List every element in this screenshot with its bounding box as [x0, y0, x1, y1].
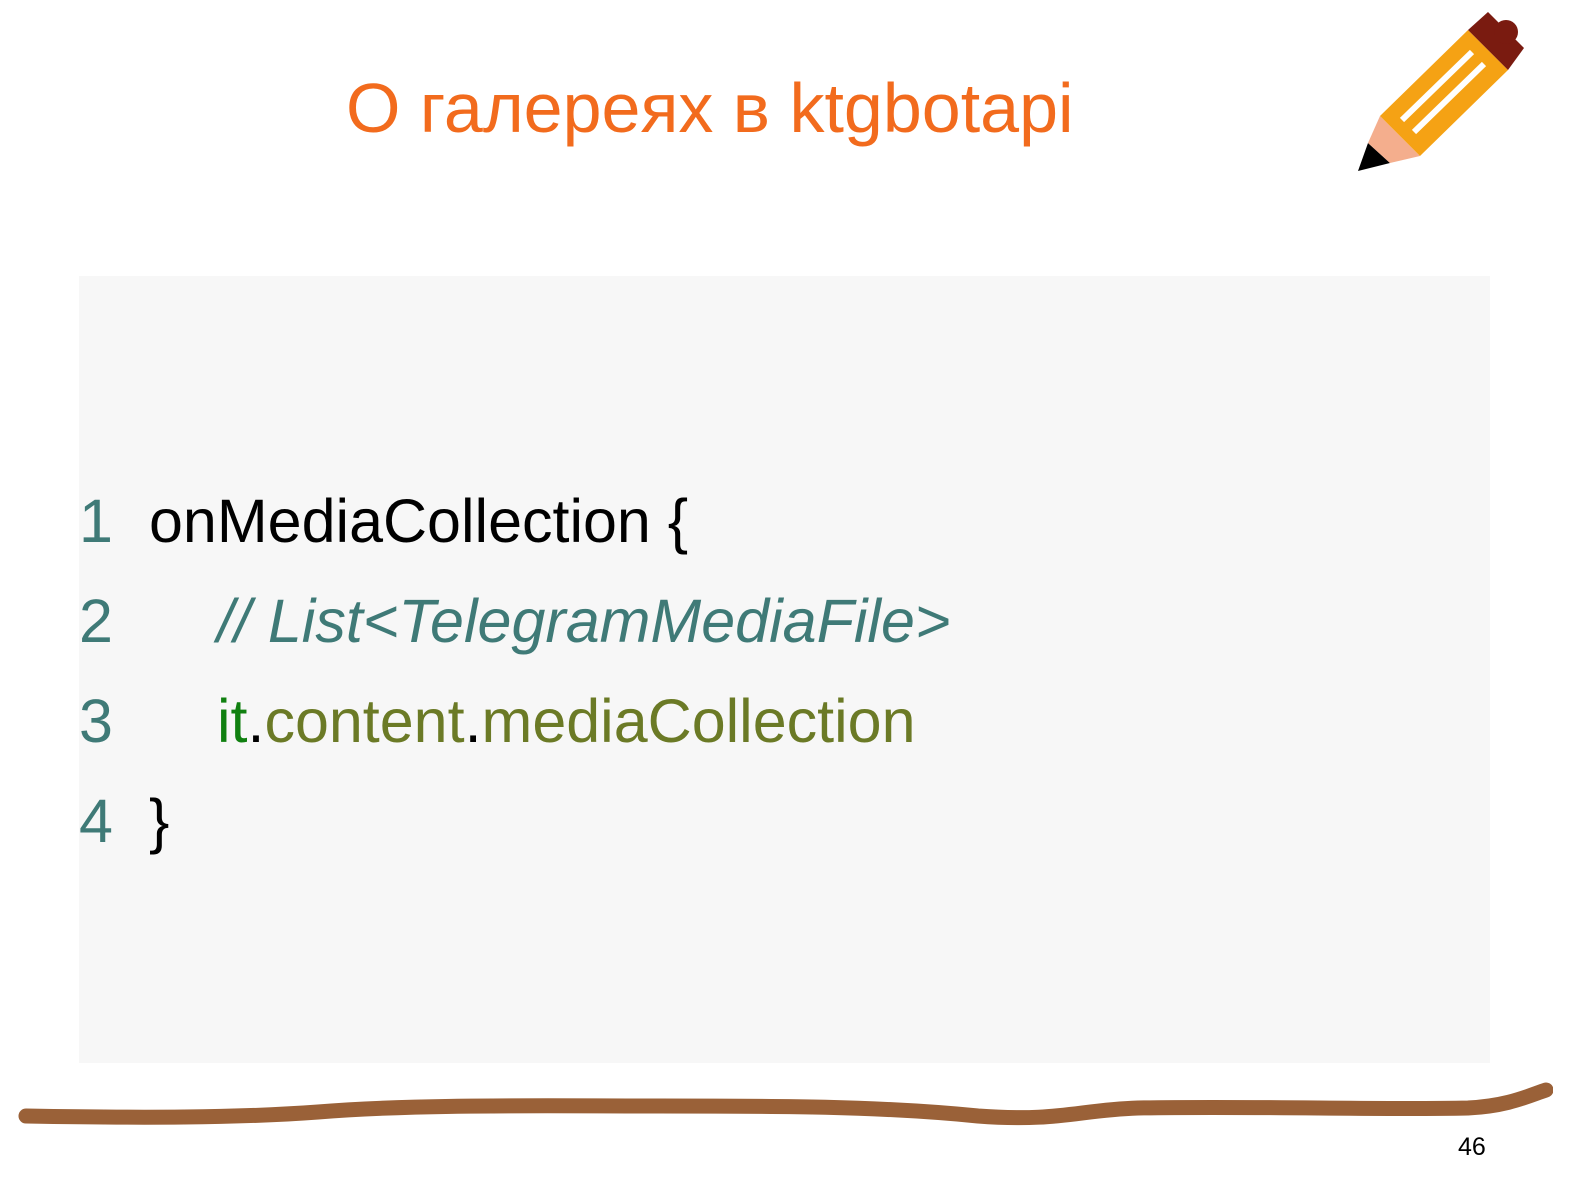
code-text: } [149, 787, 170, 855]
code-comment: // List<TelegramMediaFile> [217, 587, 951, 655]
code-block: 1 onMediaCollection { 2 // List<TelegramMe… [79, 276, 1490, 1063]
code-line: 3 it.content.mediaCollection [79, 676, 916, 766]
decorative-underline [18, 1082, 1553, 1126]
code-line: 1 onMediaCollection { [79, 476, 688, 566]
code-line: 2 // List<TelegramMediaFile> [79, 576, 951, 666]
line-number: 2 [79, 587, 113, 655]
pencil-icon [1358, 12, 1524, 171]
code-property: content [264, 687, 465, 755]
code-text: onMediaCollection { [149, 487, 689, 555]
code-dot: . [247, 687, 265, 755]
page-number: 46 [1458, 1133, 1486, 1161]
line-number: 1 [79, 487, 113, 555]
code-line: 4} [79, 776, 169, 866]
code-keyword: it [217, 687, 248, 755]
slide-title: О галереях в ktgbotapi [346, 69, 1074, 147]
line-number: 4 [79, 787, 113, 855]
code-property: mediaCollection [481, 687, 916, 755]
code-dot: . [464, 687, 482, 755]
line-number: 3 [79, 687, 113, 755]
